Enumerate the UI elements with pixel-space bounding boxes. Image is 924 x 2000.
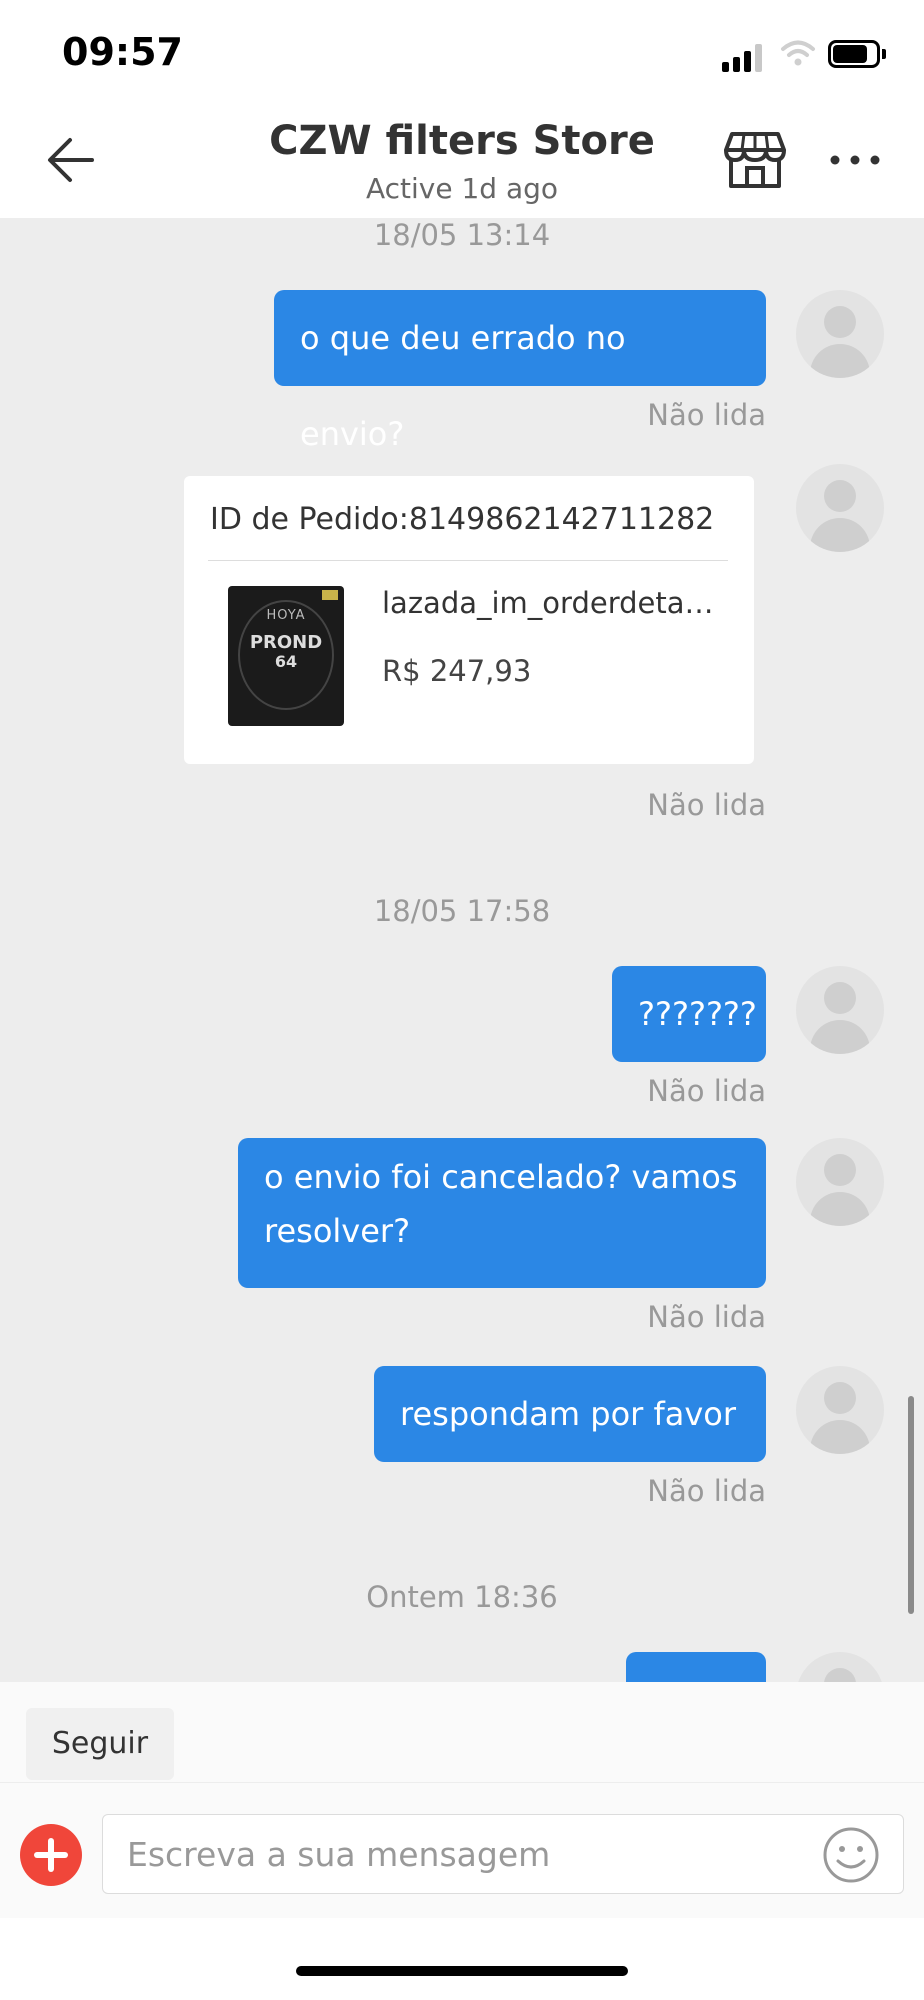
divider: [208, 560, 728, 561]
home-area: [0, 1918, 924, 2000]
user-avatar: [796, 1366, 884, 1454]
chat-area[interactable]: 18/05 13:14 o que deu errado no envio? N…: [0, 218, 924, 1682]
timestamp: 18/05 17:58: [373, 894, 551, 928]
timestamp: Ontem 18:36: [366, 1580, 558, 1614]
timestamp: 18/05 13:14: [373, 218, 551, 252]
read-status: Não lida: [647, 1074, 766, 1108]
more-icon[interactable]: [828, 150, 882, 170]
battery-icon: [828, 40, 888, 70]
read-status: Não lida: [647, 398, 766, 432]
activity-status: Active 1d ago: [365, 172, 559, 205]
order-card[interactable]: ID de Pedido:8149862142711282 HOYA PROND…: [184, 476, 754, 764]
status-time: 09:57: [62, 30, 183, 74]
home-indicator[interactable]: [296, 1966, 628, 1976]
add-icon[interactable]: [20, 1824, 82, 1886]
product-image[interactable]: HOYA PROND 64: [228, 586, 344, 726]
message-bubble[interactable]: ???????: [612, 966, 766, 1062]
read-status: Não lida: [647, 1300, 766, 1334]
user-avatar: [796, 966, 884, 1054]
wifi-icon: [780, 38, 816, 68]
message-bubble[interactable]: o que deu errado no envio?: [274, 290, 766, 453]
follow-button[interactable]: Seguir: [26, 1708, 174, 1780]
message-bubble[interactable]: o envio foi cancelado? vamos resolver?: [238, 1138, 766, 1288]
message-bubble[interactable]: respondam por favor: [374, 1366, 766, 1462]
message-input[interactable]: [102, 1814, 904, 1894]
emoji-icon[interactable]: [822, 1826, 880, 1884]
read-status: Não lida: [647, 788, 766, 822]
user-avatar: [796, 290, 884, 378]
signal-icon: [722, 42, 764, 72]
message-bubble-partial[interactable]: [626, 1652, 766, 1682]
order-id: ID de Pedido:8149862142711282: [210, 502, 715, 537]
back-arrow-icon[interactable]: [44, 130, 98, 190]
scrollbar[interactable]: [908, 1396, 914, 1614]
user-avatar: [796, 1138, 884, 1226]
store-icon[interactable]: [722, 130, 788, 190]
product-name: lazada_im_orderdetail_...: [382, 586, 718, 620]
store-title: CZW filters Store: [269, 118, 655, 164]
product-price: R$ 247,93: [382, 654, 532, 688]
user-avatar: [796, 464, 884, 552]
user-avatar: [796, 1652, 884, 1682]
read-status: Não lida: [647, 1474, 766, 1508]
